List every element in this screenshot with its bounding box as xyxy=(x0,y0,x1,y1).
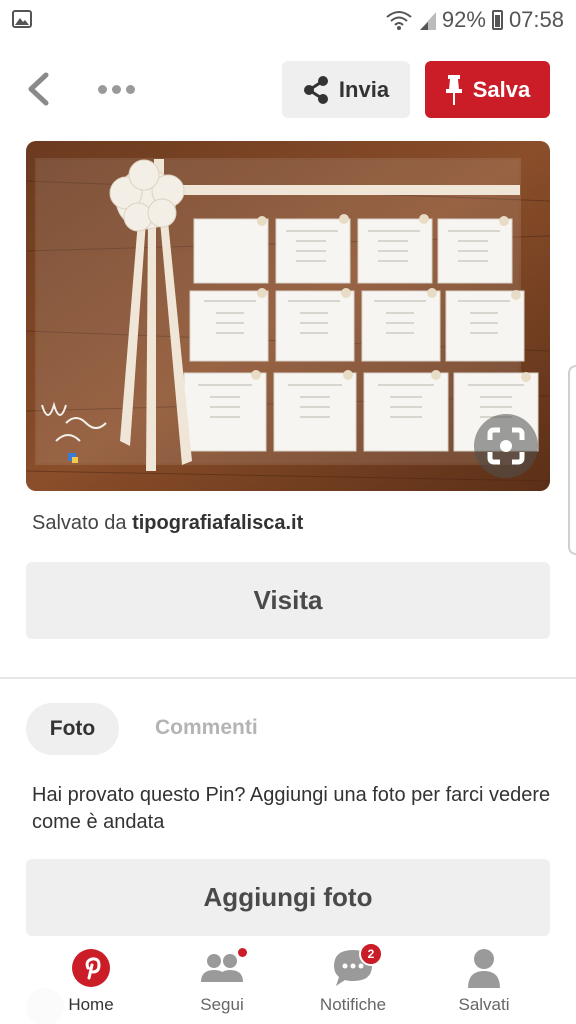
visit-button[interactable]: Visita xyxy=(26,562,550,639)
status-icons: 92% 07:58 xyxy=(386,6,564,34)
nav-home[interactable]: Home xyxy=(36,946,146,1022)
share-icon xyxy=(303,75,328,104)
more-options-button[interactable] xyxy=(90,66,142,112)
nav-following-label: Segui xyxy=(200,995,244,1014)
image-notification-icon xyxy=(12,10,32,28)
pinterest-logo-icon xyxy=(72,949,110,987)
pin-image[interactable] xyxy=(26,141,550,491)
saved-from-prefix: Salvato da xyxy=(32,512,127,534)
tab-comments[interactable]: Commenti xyxy=(155,716,258,740)
battery-icon xyxy=(491,10,503,30)
nav-saved-label: Salvati xyxy=(458,995,510,1014)
people-icon xyxy=(201,954,243,982)
more-dots-icon xyxy=(97,84,107,94)
pin-icon xyxy=(445,74,462,105)
save-button[interactable]: Salva xyxy=(425,61,550,118)
try-pin-prompt: Hai provato questo Pin? Aggiungi una fot… xyxy=(32,784,551,833)
seating-chart-photo xyxy=(26,141,550,491)
nav-saved[interactable]: Salvati xyxy=(429,946,539,1022)
pin-action-bar: Invia Salva xyxy=(0,52,576,128)
add-photo-button[interactable]: Aggiungi foto xyxy=(26,859,550,936)
tab-photo[interactable]: Foto xyxy=(26,703,119,755)
visual-search-button[interactable] xyxy=(474,414,538,478)
nav-notifications-label: Notifiche xyxy=(319,995,387,1014)
bottom-navigation: Home Segui 2 Notifiche Salvati xyxy=(0,940,576,1024)
wifi-icon xyxy=(386,11,412,30)
send-button[interactable]: Invia xyxy=(282,61,410,118)
notification-badge: 2 xyxy=(359,942,383,966)
section-divider xyxy=(0,677,576,679)
status-bar: 92% 07:58 xyxy=(0,0,576,40)
saved-from-text: Salvato da tipografiafalisca.it xyxy=(32,512,303,535)
side-scroll-handle[interactable] xyxy=(568,365,576,555)
send-label: Invia xyxy=(338,76,390,102)
source-link[interactable]: tipografiafalisca.it xyxy=(132,512,303,534)
nav-home-label: Home xyxy=(68,995,114,1014)
back-button[interactable] xyxy=(18,66,58,112)
signal-icon xyxy=(419,12,436,30)
new-activity-dot xyxy=(238,948,247,957)
visual-search-icon xyxy=(487,427,525,465)
clock: 07:58 xyxy=(508,7,564,32)
chevron-left-icon xyxy=(28,72,49,106)
battery-percent: 92% xyxy=(441,7,486,32)
save-label: Salva xyxy=(472,76,531,102)
profile-icon xyxy=(468,949,500,988)
nav-notifications[interactable]: 2 Notifiche xyxy=(298,942,408,1022)
nav-following[interactable]: Segui xyxy=(167,946,277,1022)
